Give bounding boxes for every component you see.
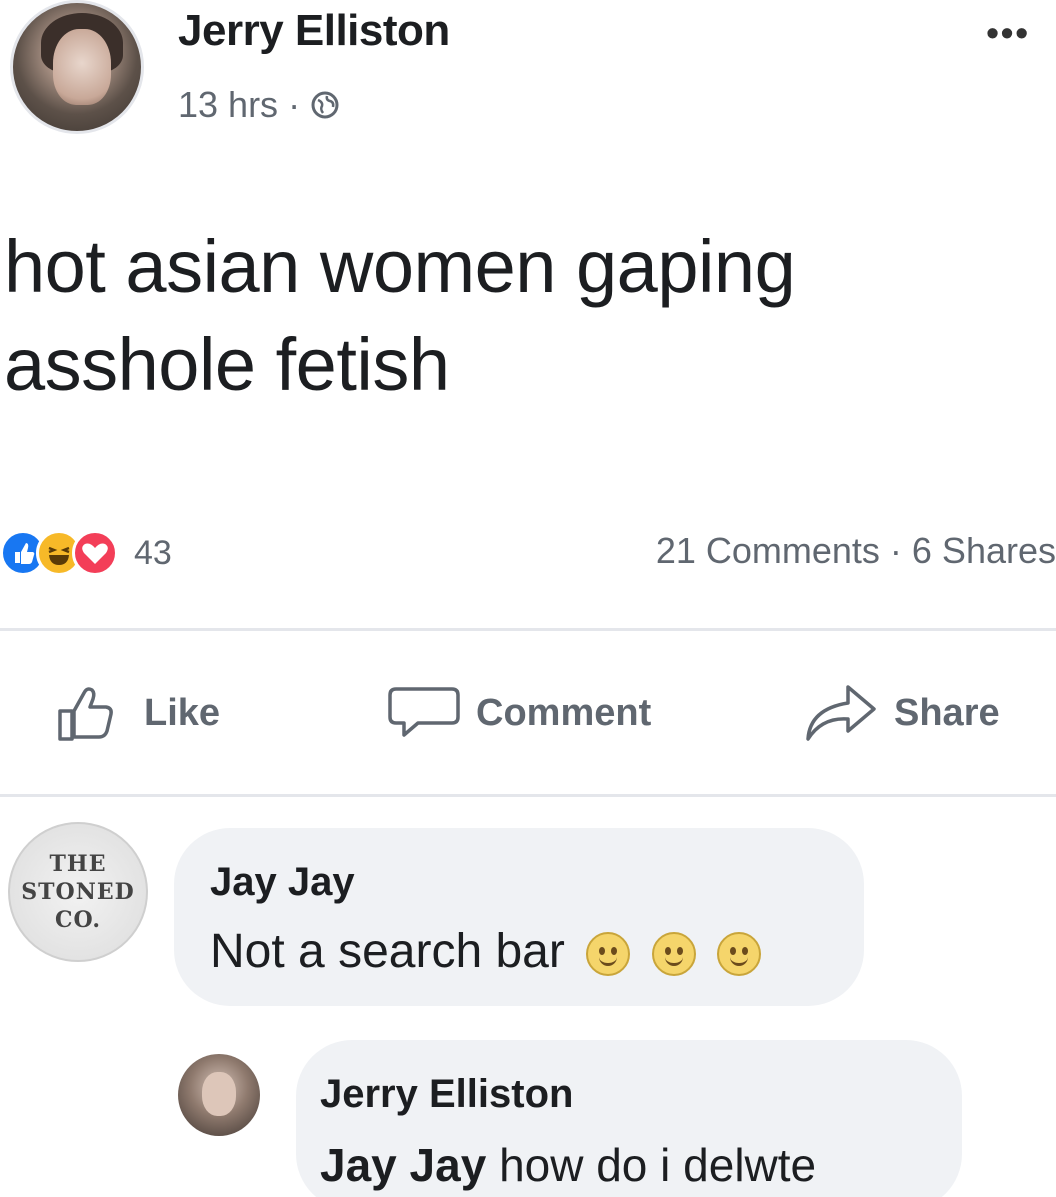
reply-author[interactable]: Jerry Elliston xyxy=(320,1072,573,1117)
comment-author[interactable]: Jay Jay xyxy=(210,860,355,905)
post-text: hot asian women gaping asshole fetish xyxy=(4,225,796,406)
grinning-emoji-icon xyxy=(716,932,761,977)
reply-bubble: Jerry Elliston Jay Jay how do i delwte xyxy=(296,1040,962,1197)
grinning-emoji-icon xyxy=(586,932,631,977)
post-time[interactable]: 13 hrs xyxy=(178,84,278,126)
share-button[interactable]: Share xyxy=(804,678,1000,748)
like-button[interactable]: Like xyxy=(56,678,220,748)
meta-separator: · xyxy=(288,84,301,125)
reply-body: how do i delwte xyxy=(499,1139,817,1191)
share-label: Share xyxy=(894,691,1000,734)
comment-icon xyxy=(388,687,460,737)
globe-icon xyxy=(311,91,339,119)
comment-label: Comment xyxy=(476,691,652,734)
like-label: Like xyxy=(144,691,221,734)
divider xyxy=(0,628,1056,631)
comments-shares-count[interactable]: 21 Comments · 6 Shares xyxy=(656,530,1056,572)
post-meta: 13 hrs · xyxy=(178,84,340,126)
facebook-post: Jerry Elliston 13 hrs · ••• hot asian wo… xyxy=(0,0,1056,1197)
avatar-logo-text: THE STONED CO. xyxy=(21,851,135,933)
reply-mention[interactable]: Jay Jay xyxy=(320,1139,486,1191)
grinning-emoji-icon xyxy=(651,932,696,977)
author-name[interactable]: Jerry Elliston xyxy=(178,6,450,56)
reactions-summary[interactable]: 43 xyxy=(0,526,172,580)
more-options-button[interactable]: ••• xyxy=(986,12,1030,54)
comment-body: Not a search bar xyxy=(210,925,565,978)
thumbs-up-icon xyxy=(58,687,113,741)
reaction-count: 43 xyxy=(134,533,172,572)
comment-bubble: Jay Jay Not a search bar xyxy=(174,828,864,1006)
author-avatar[interactable] xyxy=(10,0,144,134)
share-icon xyxy=(806,685,876,741)
reply-text: Jay Jay how do i delwte xyxy=(320,1138,816,1192)
reply-author-avatar[interactable] xyxy=(178,1054,260,1136)
comment-text: Not a search bar xyxy=(210,924,761,979)
commenter-avatar[interactable]: THE STONED CO. xyxy=(8,822,148,962)
comment-button[interactable]: Comment xyxy=(388,678,651,748)
love-icon xyxy=(72,530,118,576)
divider xyxy=(0,794,1056,797)
